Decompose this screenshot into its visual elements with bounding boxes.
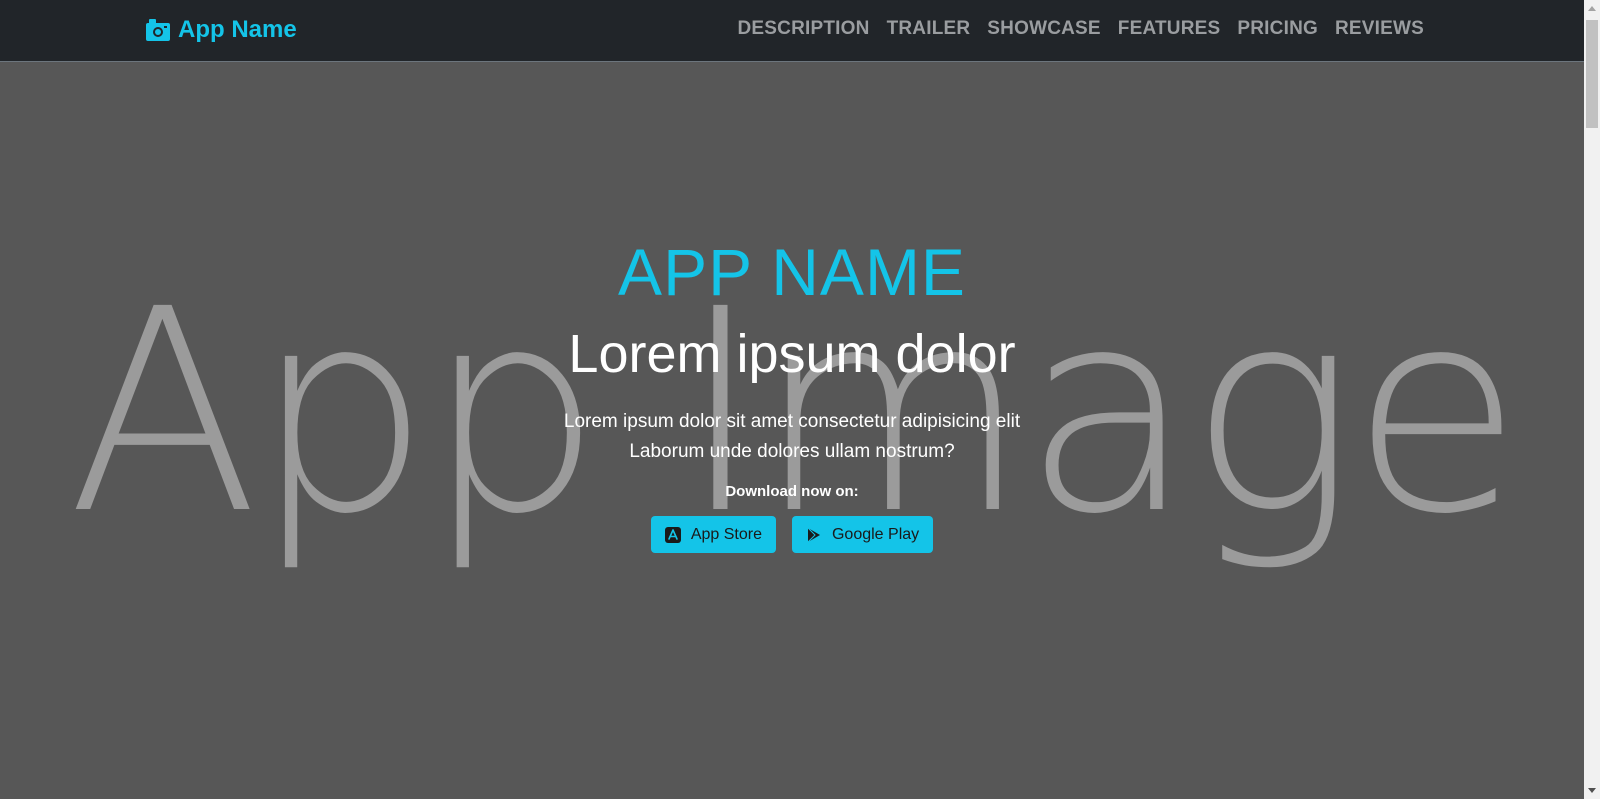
app-store-icon [664, 526, 681, 543]
hero-description: Lorem ipsum dolor sit amet consectetur a… [0, 407, 1584, 467]
scrollbar-thumb[interactable] [1586, 20, 1598, 128]
nav-link-showcase[interactable]: SHOWCASE [987, 18, 1101, 40]
nav-link-pricing[interactable]: PRICING [1237, 18, 1318, 40]
nav-link-features[interactable]: FEATURES [1118, 18, 1221, 40]
hero-description-line-1: Lorem ipsum dolor sit amet consectetur a… [563, 411, 1021, 432]
google-play-icon [807, 527, 820, 542]
hero-content: APP NAME Lorem ipsum dolor Lorem ipsum d… [0, 233, 1584, 553]
camera-icon [146, 19, 170, 41]
nav-link-reviews[interactable]: REVIEWS [1335, 18, 1424, 40]
nav-link-description[interactable]: DESCRIPTION [738, 18, 870, 40]
brand-link[interactable]: App Name [146, 16, 297, 44]
hero-section: App Image APP NAME Lorem ipsum dolor Lor… [0, 63, 1584, 799]
store-buttons: App Store Google Play [0, 516, 1584, 553]
hero-description-line-2: Laborum unde dolores ullam nostrum? [629, 441, 955, 462]
google-play-label: Google Play [831, 525, 920, 543]
scroll-up-arrow-icon[interactable] [1588, 6, 1596, 11]
nav-links: DESCRIPTION TRAILER SHOWCASE FEATURES PR… [738, 18, 1424, 40]
app-store-label: App Store [690, 525, 762, 543]
navbar: App Name DESCRIPTION TRAILER SHOWCASE FE… [0, 0, 1584, 62]
page-scrollbar[interactable] [1584, 0, 1600, 799]
app-store-button[interactable]: App Store [650, 516, 776, 553]
scroll-down-arrow-icon[interactable] [1588, 788, 1596, 793]
hero-headline: Lorem ipsum dolor [568, 324, 1016, 384]
brand-label: App Name [178, 16, 297, 43]
download-label: Download now on: [725, 483, 859, 500]
google-play-button[interactable]: Google Play [791, 516, 934, 553]
nav-link-trailer[interactable]: TRAILER [887, 18, 971, 40]
hero-title: APP NAME [618, 235, 966, 309]
